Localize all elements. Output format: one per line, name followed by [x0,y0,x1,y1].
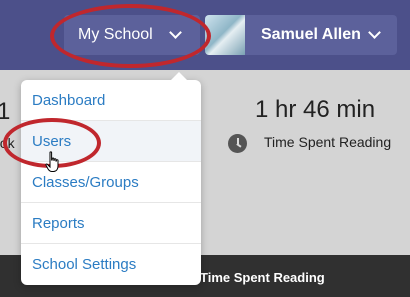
user-name-label: Samuel Allen [261,26,361,43]
menu-item-dashboard[interactable]: Dashboard [21,80,201,121]
annotation-circle-my-school [50,4,211,68]
avatar [205,15,245,55]
time-spent-value: 1 hr 46 min [255,96,376,123]
school-dropdown-menu: Dashboard Users Classes/Groups Reports S… [21,72,201,285]
menu-item-reports[interactable]: Reports [21,203,201,244]
clock-icon [228,134,247,153]
chevron-down-icon [368,26,381,39]
time-spent-label: Time Spent Reading [264,134,392,150]
table-header-time-spent: Time Spent Reading [200,270,325,285]
stat-value-partial: 1 [0,98,11,125]
user-menu-button[interactable]: Samuel Allen [205,15,397,55]
hand-pointer-icon [45,151,59,172]
menu-item-school-settings[interactable]: School Settings [21,244,201,285]
